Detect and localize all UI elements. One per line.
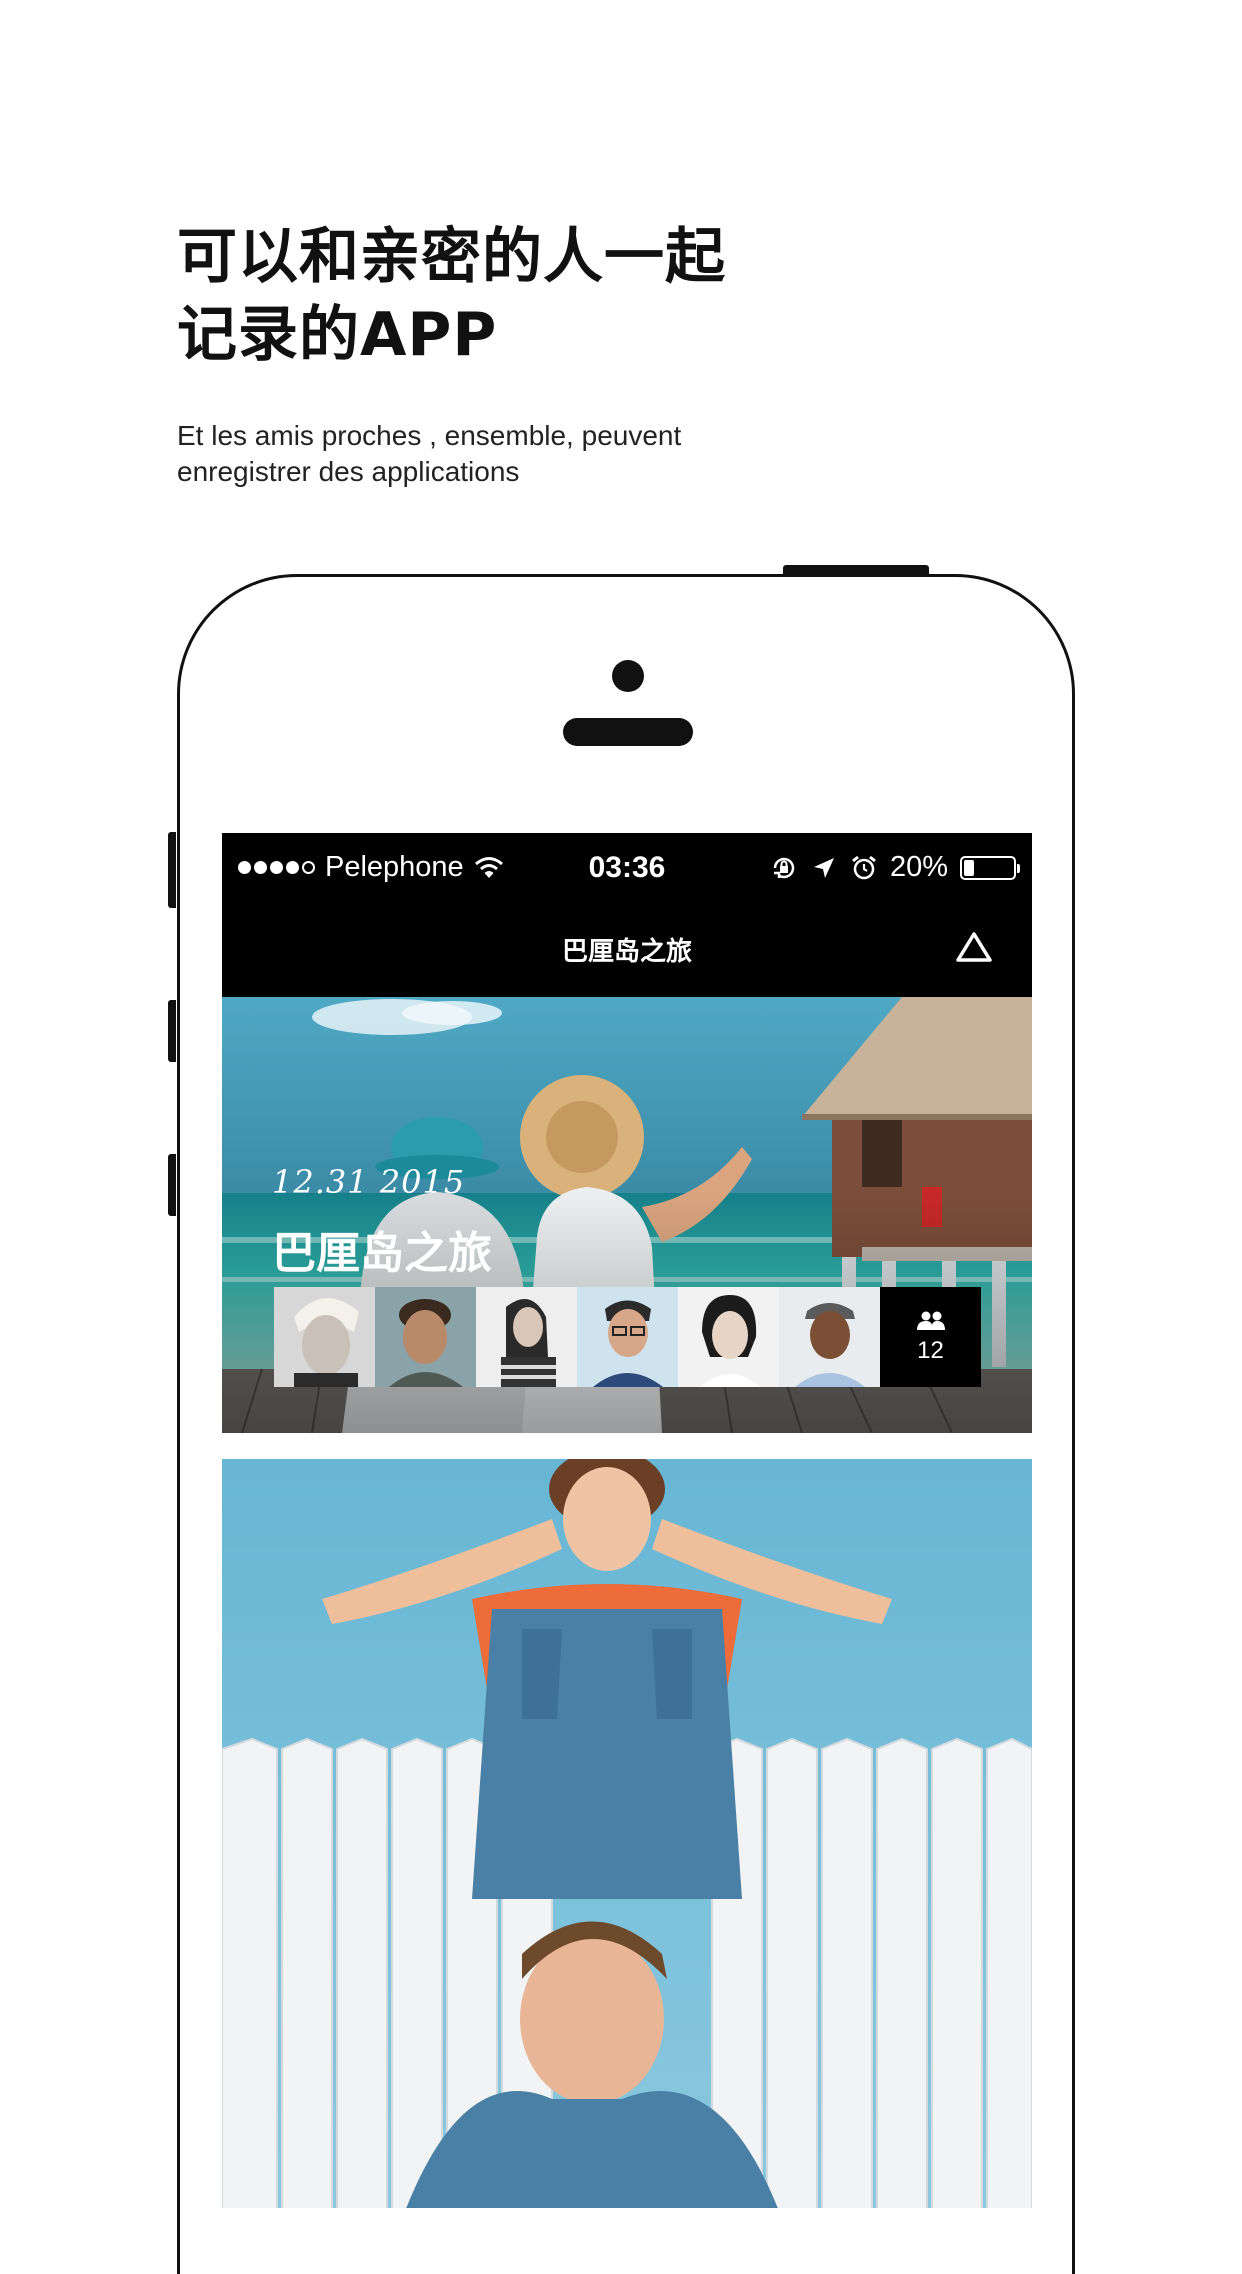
battery-percent: 20% [889,851,948,883]
earpiece-speaker [563,718,693,746]
member-count: 12 [917,1337,944,1364]
battery-level-fill [964,859,974,876]
triangle-up-icon[interactable] [954,929,994,965]
avatar[interactable] [779,1287,880,1387]
status-bar: Pelephone 03:36 20% [222,833,1032,905]
trip-title: 巴厘岛之旅 [272,1228,492,1279]
avatar[interactable] [577,1287,678,1387]
phone-screen: Pelephone 03:36 20% 巴厘岛之旅 12.31 2015 巴厘岛… [222,833,1032,2208]
location-arrow-icon [813,857,834,878]
avatar[interactable] [375,1287,476,1387]
alarm-icon [852,855,876,879]
battery-icon [960,855,1020,880]
trip-date: 12.31 2015 [272,1163,466,1201]
avatar[interactable] [678,1287,779,1387]
avatar[interactable] [274,1287,375,1387]
volume-down-button [168,1154,176,1216]
headline-line-2: 记录的APP [177,300,498,370]
couple-photo [222,1459,1032,2208]
mute-switch [168,832,176,908]
trip-card[interactable] [222,1459,1032,2208]
headline-line-1: 可以和亲密的人一起 [177,222,726,292]
avatar[interactable] [476,1287,577,1387]
member-count-badge[interactable]: 12 [880,1287,981,1387]
top-bar: Pelephone 03:36 20% 巴厘岛之旅 [222,833,1032,997]
subtitle-line-1: Et les amis proches , ensemble, peuvent [177,420,682,451]
headline: 可以和亲密的人一起 记录的APP [177,218,1077,374]
trip-card[interactable]: 12.31 2015 巴厘岛之旅 12 [222,997,1032,1433]
rotation-lock-icon [773,857,795,878]
people-icon [916,1311,945,1330]
member-avatars[interactable]: 12 [274,1287,981,1387]
subtitle: Et les amis proches , ensemble, peuvent … [177,418,977,490]
nav-title: 巴厘岛之旅 [561,937,692,967]
subtitle-line-2: enregistrer des applications [177,456,520,487]
volume-up-button [168,1000,176,1062]
front-camera [612,660,644,692]
